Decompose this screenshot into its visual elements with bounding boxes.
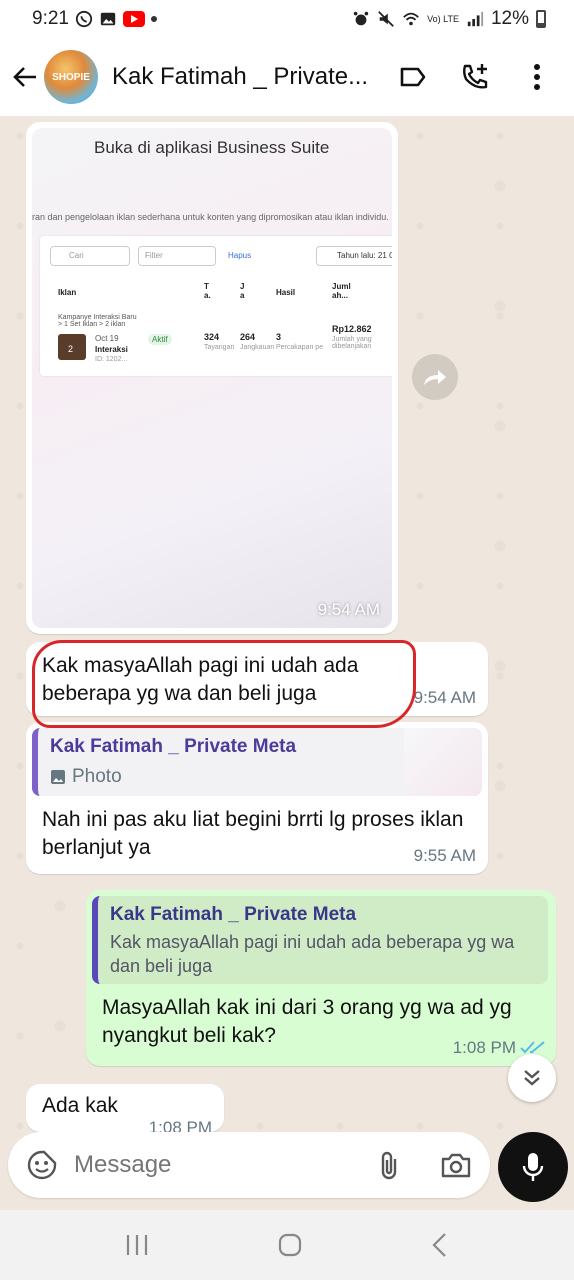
incoming-reply-message[interactable]: Kak Fatimah _ Private Meta Photo Nah ini… [26, 722, 488, 874]
chat-header: SHOPIE Kak Fatimah _ Private... [0, 38, 574, 116]
system-nav-bar [0, 1210, 574, 1280]
phone-plus-icon [463, 64, 488, 89]
quoted-photo-text: Photo [72, 766, 122, 787]
status-bar: 9:21 Vo) LTE 12% [0, 0, 574, 38]
recents-icon[interactable] [124, 1233, 150, 1257]
table-hapus: Hapus [228, 251, 252, 260]
row-name: Interaksi [95, 345, 128, 354]
chat-title[interactable]: Kak Fatimah _ Private... [112, 63, 380, 91]
attach-icon[interactable] [378, 1149, 400, 1181]
photo-icon [51, 770, 65, 784]
camera-icon[interactable] [440, 1151, 472, 1179]
highlight-annotation [32, 640, 416, 728]
double-chevron-down-icon [524, 1070, 540, 1086]
whatsapp-icon [75, 10, 93, 28]
kebab-menu-icon [534, 64, 540, 90]
scroll-to-bottom-button[interactable] [508, 1054, 556, 1102]
more-notifications-icon [150, 16, 157, 22]
image-message[interactable]: Buka di aplikasi Business Suite ran dan … [26, 122, 398, 634]
ad-thumbnail: 2 [58, 334, 86, 360]
voice-message-button[interactable] [498, 1132, 568, 1202]
wifi-icon [403, 12, 419, 26]
quoted-thumbnail [404, 728, 482, 796]
row-t-label: Tayangan [204, 344, 235, 351]
add-call-button[interactable] [460, 62, 490, 92]
screenshot-image[interactable]: Buka di aplikasi Business Suite ran dan … [32, 128, 392, 628]
label-icon [400, 67, 426, 87]
row-j-label: Jangkauan [240, 344, 275, 351]
quoted-photo-label: Photo [50, 766, 122, 788]
quoted-sender: Kak Fatimah _ Private Meta [110, 904, 357, 925]
col-t: T a. [204, 282, 211, 300]
home-icon[interactable] [277, 1232, 303, 1258]
row-hasil: 3 [276, 332, 282, 342]
status-time: 9:21 [32, 8, 69, 29]
col-hasil: Hasil [276, 288, 296, 297]
table-search: Cari [50, 246, 130, 266]
gallery-icon [100, 12, 116, 26]
message-input[interactable] [74, 1151, 354, 1179]
read-ticks-icon [520, 1041, 545, 1054]
microphone-icon [522, 1153, 544, 1181]
back-button[interactable] [12, 64, 38, 90]
quoted-message[interactable]: Kak Fatimah _ Private Meta Photo [32, 728, 482, 796]
label-button[interactable] [398, 62, 428, 92]
more-options-button[interactable] [522, 62, 552, 92]
avatar-logo-text: SHOPIE [52, 71, 90, 83]
message-text: Ada kak [42, 1094, 118, 1117]
col-jumlah: Juml ah... [332, 282, 351, 300]
message-time: 9:54 AM [317, 600, 380, 619]
avatar[interactable]: SHOPIE [44, 50, 98, 104]
row-jumlah-label: Jumlah yang dibelanjakan [332, 336, 372, 350]
chat-area[interactable]: Buka di aplikasi Business Suite ran dan … [0, 116, 574, 1132]
sticker-icon[interactable] [26, 1149, 58, 1181]
image-subtitle: ran dan pengelolaan iklan sederhana untu… [32, 212, 389, 222]
table-filter: Filter [138, 246, 216, 266]
message-time: 9:54 AM [413, 688, 476, 707]
ads-table: Cari Filter Hapus Tahun lalu: 21 O Iklan… [40, 236, 392, 376]
message-composer [8, 1132, 490, 1198]
row-jumlah: Rp12.862 [332, 324, 372, 334]
message-time: 9:55 AM [413, 846, 476, 865]
quoted-text: Kak masyaAllah pagi ini udah ada beberap… [110, 932, 515, 976]
youtube-icon [122, 11, 145, 27]
message-time: 1:08 PM [452, 1038, 516, 1057]
outgoing-reply-message[interactable]: Kak Fatimah _ Private Meta Kak masyaAlla… [86, 890, 556, 1066]
row-id: ID: 1202... [95, 356, 128, 363]
row-date: Oct 19 [95, 334, 119, 343]
signal-icon [467, 11, 484, 27]
row-campaign: Kampanye Interaksi Baru > 1 Set Iklan > … [58, 314, 137, 328]
row-hasil-label: Percakapan pe [276, 344, 324, 351]
message-time: 1:08 PM [148, 1118, 212, 1132]
image-title: Buka di aplikasi Business Suite [94, 138, 330, 157]
col-j: J a [240, 282, 245, 300]
incoming-message[interactable]: Ada kak 1:08 PM [26, 1084, 224, 1132]
forward-button[interactable] [412, 354, 458, 400]
table-date: Tahun lalu: 21 O [316, 246, 392, 266]
quoted-sender: Kak Fatimah _ Private Meta [50, 736, 297, 757]
volte-label: Vo) LTE [427, 13, 459, 24]
battery-percent: 12% [490, 8, 529, 29]
alarm-icon [353, 11, 369, 26]
status-badge: Aktif [148, 334, 172, 345]
battery-icon [536, 10, 546, 28]
back-nav-icon[interactable] [430, 1232, 450, 1258]
col-iklan: Iklan [58, 288, 77, 297]
mute-icon [378, 11, 394, 27]
forward-icon [424, 370, 446, 385]
row-t: 324 [204, 332, 220, 342]
quoted-message[interactable]: Kak Fatimah _ Private Meta Kak masyaAlla… [92, 896, 548, 984]
row-j: 264 [240, 332, 256, 342]
arrow-left-icon [13, 67, 36, 87]
